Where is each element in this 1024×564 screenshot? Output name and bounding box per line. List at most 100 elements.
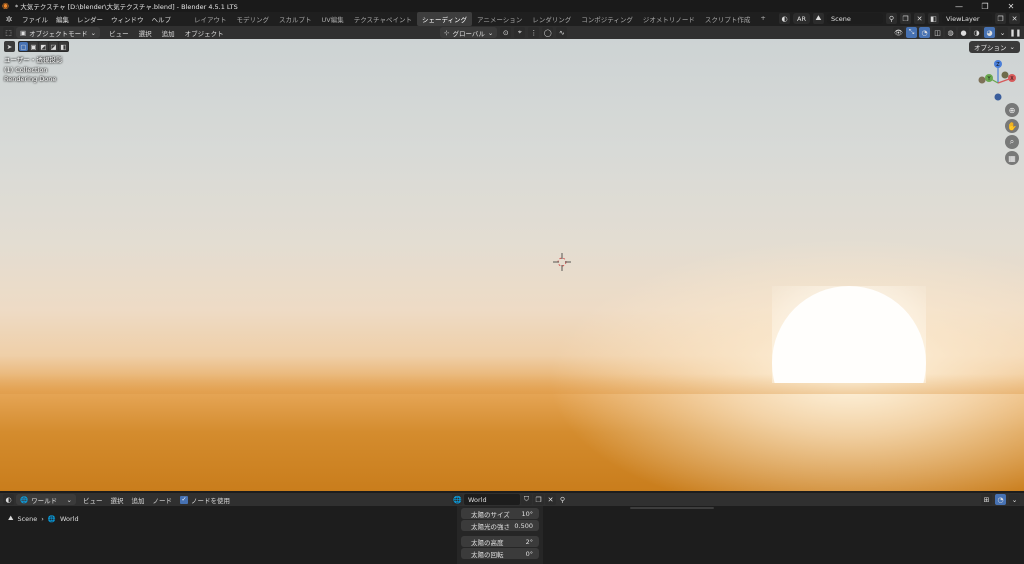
world-browse-icon[interactable]: 🌐 xyxy=(452,494,463,505)
overlay-toggle-icon[interactable]: ◔ xyxy=(995,494,1006,505)
select-subtract-icon[interactable]: ◩ xyxy=(39,42,48,51)
editor-type: ⬚ ▣ オブジェクトモード ⌄ xyxy=(3,27,101,38)
maximize-button[interactable]: ❐ xyxy=(972,0,998,12)
sun-elevation-label: 太陽の高度 xyxy=(471,538,504,547)
add-workspace-button[interactable]: + xyxy=(755,12,770,26)
node-menu-add[interactable]: 追加 xyxy=(128,495,149,505)
new-view-layer-icon[interactable]: ❐ xyxy=(995,13,1006,24)
gizmo-neg-y[interactable] xyxy=(1001,71,1009,79)
use-nodes-checkbox[interactable]: ✓ ノードを使用 xyxy=(180,495,230,505)
pivot-icon[interactable]: ⊙ xyxy=(500,27,512,38)
node-menu-view[interactable]: ビュー xyxy=(79,495,107,505)
snap-icon[interactable]: ⌖ xyxy=(514,27,526,38)
xray-icon[interactable]: ◫ xyxy=(932,27,943,38)
duplicate-world-icon[interactable]: ❐ xyxy=(533,494,544,505)
world-name-field[interactable]: World xyxy=(464,494,520,505)
zoom-icon[interactable]: ⊕ xyxy=(1005,103,1019,117)
select-new-icon[interactable]: ▢ xyxy=(19,42,28,51)
camera-icon[interactable]: ⌕ xyxy=(1005,135,1019,149)
shading-options-icon[interactable]: ⌄ xyxy=(997,27,1008,38)
minimize-button[interactable]: — xyxy=(946,0,972,12)
pin-icon[interactable]: ⚲ xyxy=(886,13,897,24)
select-extend-icon[interactable]: ▣ xyxy=(29,42,38,51)
snap-target-icon[interactable]: ⋮ xyxy=(528,27,540,38)
tab-shading[interactable]: シェーディング xyxy=(416,12,473,26)
sidebar-toggle-icon[interactable]: ❚❚ xyxy=(1010,27,1021,38)
overlays-icon[interactable]: ◔ xyxy=(919,27,930,38)
solid-shading-icon[interactable]: ● xyxy=(958,27,969,38)
grid-perspective-icon[interactable]: ▦ xyxy=(1005,151,1019,165)
sun-intensity-field[interactable]: 太陽光の強さ 0.500 xyxy=(461,520,539,531)
gizmo-toggle-icon[interactable]: ⤡ xyxy=(906,27,917,38)
node-menu-node[interactable]: ノード xyxy=(149,495,177,505)
blender-menu-icon[interactable]: ✲ xyxy=(2,15,16,24)
gizmo-z-label: Z xyxy=(996,62,1000,68)
transform-orientation[interactable]: ⊹ グローバル ⌄ xyxy=(440,27,498,38)
menu-select[interactable]: 選択 xyxy=(134,28,157,38)
wireframe-shading-icon[interactable]: ◍ xyxy=(945,27,956,38)
select-tool-icon[interactable]: ➤ xyxy=(4,41,15,52)
fake-user-shield-icon[interactable]: ⛉ xyxy=(521,494,532,505)
navigation-gizmo[interactable]: Z X Y xyxy=(974,59,1022,107)
chevron-down-icon: ⌄ xyxy=(90,28,97,37)
ar-toggle-icon[interactable]: ◐ xyxy=(779,13,791,24)
menu-view[interactable]: ビュー xyxy=(104,28,134,38)
tab-scripting[interactable]: スクリプト作成 xyxy=(700,12,756,26)
delete-scene-icon[interactable]: ✕ xyxy=(914,13,925,24)
sun-size-field[interactable]: 太陽のサイズ 10° xyxy=(461,508,539,519)
menu-object[interactable]: オブジェクト xyxy=(180,28,229,38)
tab-uv-editing[interactable]: UV編集 xyxy=(317,12,349,26)
menu-help[interactable]: ヘルプ xyxy=(148,14,176,24)
3d-viewport[interactable]: ➤ ▢ ▣ ◩ ◪ ◧ ユーザー・透視投影 (1) Collection Ren… xyxy=(0,39,1024,491)
chevron-down-icon: ⌄ xyxy=(66,495,72,504)
menu-file[interactable]: ファイル xyxy=(18,14,52,24)
scene-selector-icon[interactable]: ⛰ xyxy=(813,13,824,24)
overlay-options-icon[interactable]: ⌄ xyxy=(1009,494,1020,505)
pan-hand-icon[interactable]: ✋ xyxy=(1005,119,1019,133)
close-button[interactable]: ✕ xyxy=(998,0,1024,12)
select-intersect-icon[interactable]: ◧ xyxy=(59,42,68,51)
falloff-icon[interactable]: ∿ xyxy=(556,27,568,38)
render-status: Rendering Done xyxy=(4,75,57,83)
3d-cursor-icon[interactable] xyxy=(553,253,571,271)
menu-render[interactable]: レンダー xyxy=(73,14,107,24)
ar-label[interactable]: AR xyxy=(793,13,810,24)
visibility-icon[interactable]: 👁 xyxy=(893,27,904,38)
view-layer-field[interactable]: ViewLayer xyxy=(942,13,992,24)
tab-layout[interactable]: レイアウト xyxy=(189,12,232,26)
tab-geometry-nodes[interactable]: ジオメトリノード xyxy=(638,12,700,26)
unlink-world-icon[interactable]: ✕ xyxy=(545,494,556,505)
sun-elevation-field[interactable]: 太陽の高度 2° xyxy=(461,536,539,547)
tab-rendering[interactable]: レンダリング xyxy=(527,12,576,26)
tab-texture-paint[interactable]: テクスチャペイント xyxy=(349,12,417,26)
shader-type-selector[interactable]: 🌐 ワールド ⌄ xyxy=(16,494,76,505)
gizmo-neg-z[interactable] xyxy=(994,93,1002,101)
mode-selector[interactable]: ▣ オブジェクトモード ⌄ xyxy=(16,27,101,38)
node-menu-select[interactable]: 選択 xyxy=(107,495,128,505)
options-button[interactable]: オプション ⌄ xyxy=(969,41,1020,53)
view-layer-icon[interactable]: ◧ xyxy=(928,13,939,24)
menu-add[interactable]: 追加 xyxy=(157,28,180,38)
scene-name-field[interactable]: Scene xyxy=(827,13,883,24)
tab-animation[interactable]: アニメーション xyxy=(472,12,527,26)
menu-edit[interactable]: 編集 xyxy=(52,14,73,24)
proportional-edit-icon[interactable]: ◯ xyxy=(542,27,554,38)
shader-editor-icon[interactable]: ◐ xyxy=(3,494,14,505)
pin-icon[interactable]: ⚲ xyxy=(557,494,568,505)
select-invert-icon[interactable]: ◪ xyxy=(49,42,58,51)
rendered-shading-icon[interactable]: ◕ xyxy=(984,27,995,38)
tab-compositing[interactable]: コンポジティング xyxy=(576,12,638,26)
sun-rotation-field[interactable]: 太陽の回転 0° xyxy=(461,548,539,559)
gizmo-neg-x[interactable] xyxy=(978,76,986,84)
menu-window[interactable]: ウィンドウ xyxy=(107,14,148,24)
material-shading-icon[interactable]: ◑ xyxy=(971,27,982,38)
snapping-icon[interactable]: ⊞ xyxy=(981,494,992,505)
delete-view-layer-icon[interactable]: ✕ xyxy=(1009,13,1020,24)
tab-modeling[interactable]: モデリング xyxy=(232,12,275,26)
viewport-info: ユーザー・透視投影 (1) Collection Rendering Done xyxy=(4,56,62,85)
tab-sculpting[interactable]: スカルプト xyxy=(274,12,317,26)
options-label: オプション xyxy=(974,44,1007,52)
editor-type-icon[interactable]: ⬚ xyxy=(3,27,14,38)
new-scene-icon[interactable]: ❐ xyxy=(900,13,911,24)
node-editor-canvas[interactable]: ⛰ Scene › 🌐 World 太陽のサイズ 10° 太陽光の強さ 0.50… xyxy=(0,506,1024,564)
